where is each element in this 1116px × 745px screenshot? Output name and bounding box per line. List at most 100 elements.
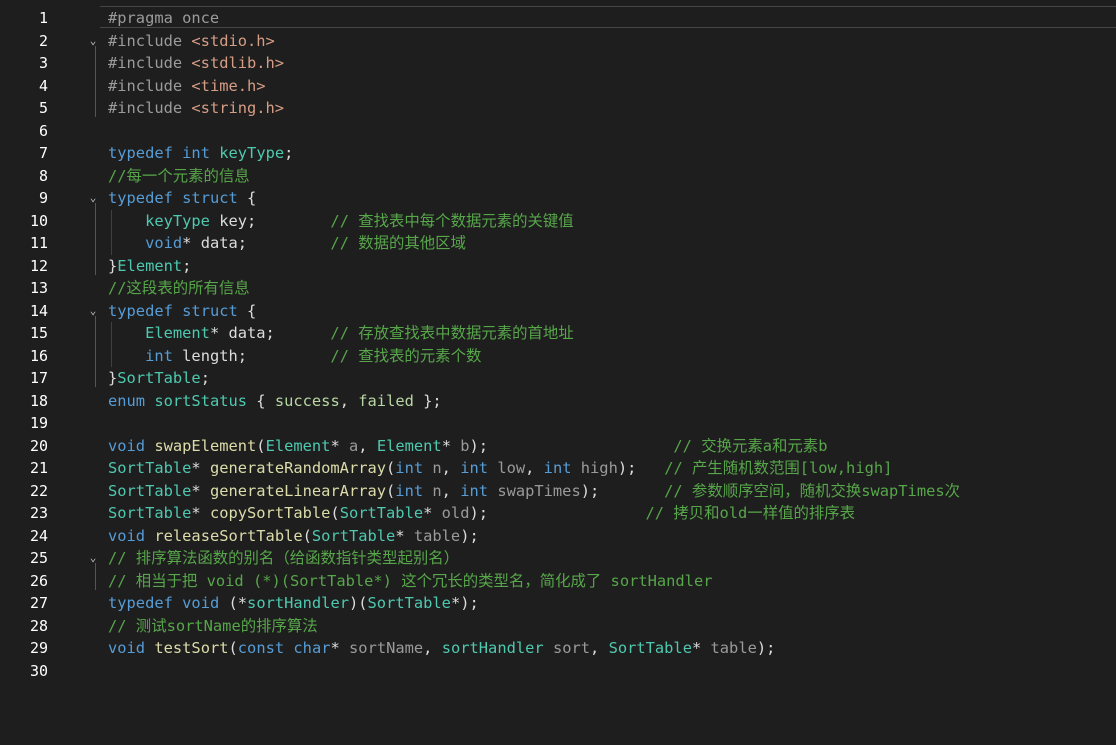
- code-line[interactable]: 1 #pragma once: [0, 7, 1116, 30]
- line-code: SortTable* generateLinearArray(int n, in…: [108, 480, 960, 503]
- line-code: typedef struct {: [108, 300, 256, 323]
- code-line[interactable]: 10 keyType key; // 查找表中每个数据元素的关键值: [0, 210, 1116, 233]
- line-number: 21: [29, 459, 48, 477]
- code-token: ;: [182, 256, 192, 275]
- code-token: #include: [108, 31, 192, 50]
- code-token: }: [108, 256, 118, 275]
- code-token: n: [432, 481, 442, 500]
- code-line[interactable]: 5 #include <string.h>: [0, 97, 1116, 120]
- code-line[interactable]: 14 ⌄ typedef struct {: [0, 300, 1116, 323]
- code-token: * data;: [209, 324, 331, 342]
- code-token: // 拷贝和old一样值的排序表: [645, 504, 856, 522]
- code-line[interactable]: 12}Element;: [0, 255, 1116, 278]
- code-token: SortTable: [608, 639, 692, 657]
- code-line[interactable]: 21 SortTable* generateRandomArray(int n, …: [0, 457, 1116, 480]
- code-line[interactable]: 24 void releaseSortTable(SortTable* table…: [0, 525, 1116, 548]
- code-line[interactable]: 11 void* data; // 数据的其他区域: [0, 232, 1116, 255]
- code-line[interactable]: 27 typedef void (*sortHandler)(SortTable*…: [0, 592, 1116, 615]
- code-token: struct: [182, 301, 238, 320]
- code-token: // 参数顺序空间，随机交换swapTimes次: [664, 481, 961, 500]
- code-token: *: [330, 436, 349, 455]
- code-line[interactable]: 18 enum sortStatus { success, failed };: [0, 390, 1116, 413]
- code-token: low: [497, 459, 526, 477]
- code-token: n: [432, 459, 442, 477]
- line-number: 20: [29, 436, 48, 455]
- code-token: typedef: [108, 144, 173, 162]
- line-number: 3: [38, 54, 48, 72]
- code-token: testSort: [154, 639, 229, 657]
- code-line[interactable]: 20 void swapElement(Element* a, Element* …: [0, 435, 1116, 458]
- line-code: void testSort(const char* sortName, sort…: [108, 637, 775, 660]
- line-code: typedef void (*sortHandler)(SortTable*);: [108, 592, 479, 615]
- line-code: int length; // 查找表的元素个数: [108, 345, 481, 368]
- code-line[interactable]: 4 #include <time.h>: [0, 75, 1116, 98]
- code-line[interactable]: 28 // 测试sortName的排序算法: [0, 615, 1116, 638]
- code-token: SortTable: [339, 504, 424, 522]
- code-line[interactable]: 25 ⌄ // 排序算法函数的别名（给函数指针类型起别名）: [0, 547, 1116, 570]
- line-number: 23: [29, 504, 48, 522]
- code-token: *: [441, 436, 461, 455]
- code-line[interactable]: 7 typedef int keyType;: [0, 142, 1116, 165]
- code-token: #include: [108, 99, 192, 117]
- code-line[interactable]: 8 //每一个元素的信息: [0, 165, 1116, 188]
- code-token: {: [247, 391, 275, 410]
- code-token: );: [617, 459, 665, 477]
- code-token: (: [228, 639, 238, 657]
- code-token: SortTable: [108, 481, 192, 500]
- code-token: ,: [339, 391, 359, 410]
- code-token: a: [349, 436, 359, 455]
- code-token: ;: [284, 144, 294, 162]
- code-token: copySortTable: [209, 504, 331, 522]
- code-token: <string.h>: [191, 99, 285, 117]
- code-line[interactable]: 9 ⌄ typedef struct {: [0, 187, 1116, 210]
- line-code: typedef struct {: [108, 187, 256, 210]
- code-line[interactable]: 15 Element* data; // 存放查找表中数据元素的首地址: [0, 322, 1116, 345]
- code-line[interactable]: 2 ⌄ #include <stdio.h>: [0, 30, 1116, 53]
- code-line[interactable]: 6: [0, 120, 1116, 143]
- line-number: 24: [29, 526, 48, 545]
- line-code: SortTable* generateRandomArray(int n, in…: [108, 457, 892, 480]
- code-token: void: [108, 436, 146, 455]
- code-line[interactable]: 19: [0, 412, 1116, 435]
- code-token: void: [108, 639, 146, 657]
- line-number: 15: [29, 324, 48, 342]
- code-token: typedef: [108, 189, 173, 207]
- line-number: 7: [38, 144, 48, 162]
- line-number: 16: [29, 346, 48, 365]
- code-line[interactable]: 26 // 相当于把 void (*)(SortTable*) 这个冗长的类型名，…: [0, 570, 1116, 593]
- code-token: table: [710, 639, 757, 657]
- fold-toggle-icon[interactable]: ⌄: [88, 547, 98, 570]
- code-line[interactable]: 29 void testSort(const char* sortName, so…: [0, 637, 1116, 660]
- code-token: );: [580, 481, 665, 500]
- fold-toggle-icon[interactable]: ⌄: [88, 187, 98, 210]
- code-line[interactable]: 22 SortTable* generateLinearArray(int n, …: [0, 480, 1116, 503]
- code-line[interactable]: 16 int length; // 查找表的元素个数: [0, 345, 1116, 368]
- code-token: (: [386, 481, 396, 500]
- code-token: success: [274, 391, 340, 410]
- code-line[interactable]: 17}SortTable;: [0, 367, 1116, 390]
- code-token: sort: [552, 639, 591, 657]
- code-token: <stdlib.h>: [191, 54, 285, 72]
- fold-toggle-icon[interactable]: ⌄: [88, 30, 98, 53]
- line-number: 10: [29, 211, 48, 230]
- code-token: SortTable: [108, 504, 192, 522]
- code-line[interactable]: 3 #include <stdlib.h>: [0, 52, 1116, 75]
- code-token: int: [460, 481, 489, 500]
- code-line[interactable]: 23 SortTable* copySortTable(SortTable* ol…: [0, 502, 1116, 525]
- code-token: );: [756, 639, 776, 657]
- code-token: Element: [117, 256, 183, 275]
- fold-toggle-icon[interactable]: ⌄: [88, 300, 98, 323]
- line-code: #include <stdlib.h>: [108, 52, 284, 75]
- code-token: ,: [590, 639, 609, 657]
- code-line[interactable]: 30: [0, 660, 1116, 683]
- code-line[interactable]: 13 //这段表的所有信息: [0, 277, 1116, 300]
- line-number: 28: [29, 616, 48, 635]
- code-editor[interactable]: 1 #pragma once 2 ⌄ #include <stdio.h> 3 #inclu…: [0, 0, 1116, 745]
- line-code: #include <string.h>: [108, 97, 284, 120]
